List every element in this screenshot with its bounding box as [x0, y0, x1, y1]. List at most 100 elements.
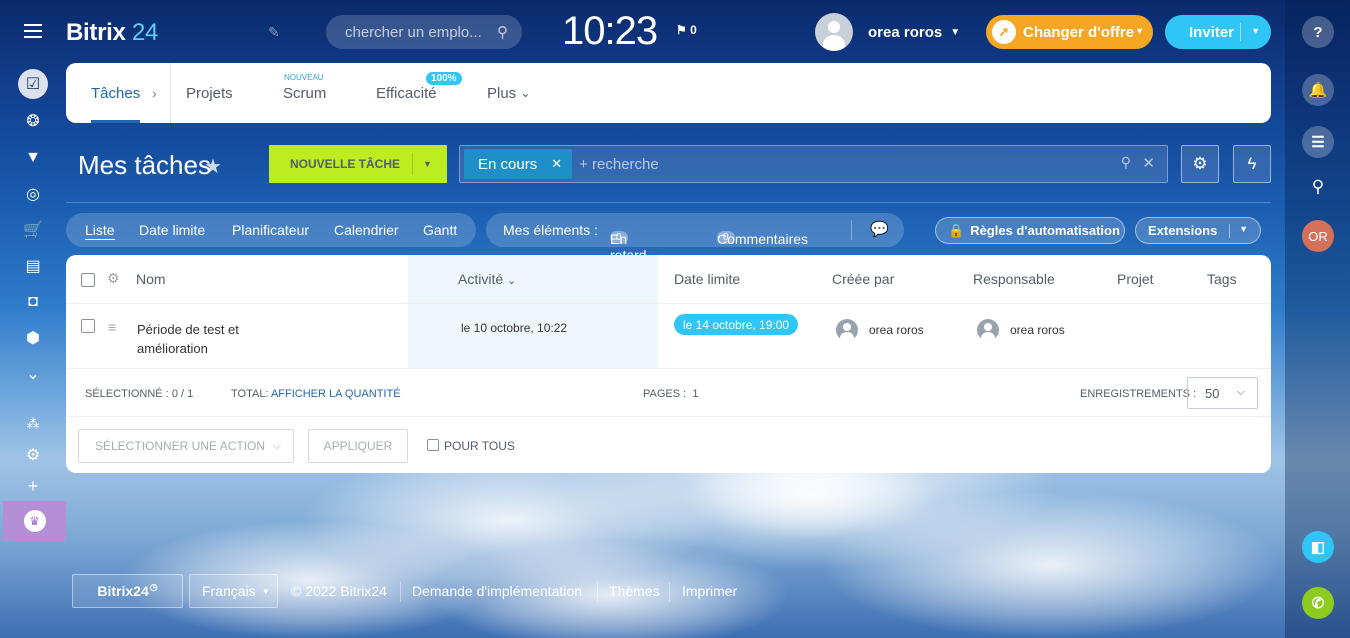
created-by-name[interactable]: orea roros — [869, 323, 924, 337]
language-select[interactable]: Français ▼ — [189, 574, 278, 608]
automation-rules-button[interactable]: 🔒 Règles d'automatisation — [935, 217, 1125, 244]
upgrade-crown-button[interactable]: ♛ — [3, 501, 66, 541]
phone-button[interactable]: ✆ — [1302, 587, 1334, 619]
avatar[interactable] — [836, 319, 858, 341]
cart-icon[interactable]: 🛒 — [18, 215, 48, 245]
for-all-checkbox[interactable] — [427, 439, 439, 451]
action-select[interactable]: SÉLECTIONNER UNE ACTION ⌵ — [78, 429, 294, 463]
invite-label: Inviter — [1189, 23, 1235, 41]
column-tags[interactable]: Tags — [1207, 271, 1237, 287]
flag-counter[interactable]: ⚑ 0 — [676, 23, 697, 37]
chat-icon[interactable]: 💬 — [870, 220, 889, 238]
add-icon[interactable]: + — [18, 471, 48, 501]
task-name-link[interactable]: Période de test et amélioration — [137, 320, 239, 358]
sitemap-icon[interactable]: ⁂ — [18, 409, 48, 439]
chevron-right-icon[interactable]: › — [152, 85, 157, 101]
column-deadline[interactable]: Date limite — [674, 271, 740, 287]
for-all-label[interactable]: POUR TOUS — [444, 439, 515, 453]
row-checkbox[interactable] — [81, 319, 95, 333]
close-icon[interactable]: ✕ — [551, 156, 562, 172]
print-link[interactable]: Imprimer — [682, 574, 737, 608]
filter-chip[interactable]: En cours ✕ — [464, 149, 573, 179]
view-calendar[interactable]: Calendrier — [334, 222, 399, 238]
column-project[interactable]: Projet — [1117, 271, 1154, 287]
user-menu[interactable]: orea roros ▼ — [815, 13, 960, 51]
notifications-button[interactable]: 🔔 — [1302, 74, 1334, 106]
robot-icon[interactable]: ◘ — [18, 287, 48, 317]
themes-link[interactable]: Thèmes — [609, 574, 660, 608]
tab-label: Projets — [186, 84, 233, 102]
tabs-bar: Tâches › Projets NOUVEAU Scrum 100% Effi… — [66, 63, 1271, 123]
column-responsible[interactable]: Responsable — [973, 271, 1055, 287]
settings-icon[interactable]: ⚙ — [18, 440, 48, 470]
show-quantity-link[interactable]: AFFICHER LA QUANTITÉ — [271, 388, 401, 400]
pages-value[interactable]: 1 — [692, 388, 698, 400]
view-deadline[interactable]: Date limite — [139, 222, 205, 238]
column-activity[interactable]: Activité ⌄ — [458, 271, 516, 287]
drag-handle-icon[interactable]: ≡ — [108, 319, 116, 335]
divider — [669, 582, 670, 602]
bitrix-logo[interactable]: Bitrix 24 — [66, 19, 158, 47]
footer-brand-button[interactable]: Bitrix24 ◷ — [72, 574, 183, 608]
column-name[interactable]: Nom — [136, 271, 166, 287]
caret-down-icon[interactable]: ▼ — [1251, 26, 1260, 36]
more-chevron-icon[interactable]: ⌄ — [18, 359, 48, 389]
change-offer-button[interactable]: ➚ Changer d'offre ▼ — [986, 15, 1153, 49]
tab-scrum[interactable]: Scrum — [283, 63, 326, 123]
quick-action-button[interactable]: ϟ — [1233, 145, 1271, 183]
deadline-badge[interactable]: le 14 octobre, 19:00 — [674, 314, 799, 335]
caret-down-icon[interactable]: ▼ — [423, 159, 432, 169]
support-button[interactable]: ◧ — [1302, 531, 1334, 563]
search-icon[interactable]: ⚲ — [1121, 154, 1131, 171]
records-per-page-select[interactable]: 50 ⌵ — [1187, 377, 1258, 409]
chip-label: En cours — [478, 155, 538, 173]
total-label: TOTAL: — [231, 388, 269, 400]
avatar[interactable] — [977, 319, 999, 341]
divider — [170, 63, 171, 123]
crm-funnel-icon[interactable]: ▼ — [18, 143, 48, 173]
feed-icon[interactable]: ❂ — [18, 106, 48, 136]
view-gantt[interactable]: Gantt — [423, 222, 457, 238]
pages-label: PAGES : — [643, 388, 687, 400]
footer-brand: Bitrix24 — [97, 583, 149, 599]
implementation-link[interactable]: Demande d'implémentation — [412, 574, 582, 608]
view-list[interactable]: Liste — [85, 222, 115, 240]
responsible-name[interactable]: orea roros — [1010, 323, 1065, 337]
new-task-button[interactable]: NOUVELLE TÂCHE ▼ — [269, 145, 447, 183]
tab-more[interactable]: Plus ⌄ — [487, 63, 530, 123]
view-switcher: Liste Date limite Planificateur Calendri… — [66, 213, 476, 247]
tasks-icon[interactable]: ☑ — [18, 69, 48, 99]
apply-button[interactable]: APPLIQUER — [308, 429, 408, 463]
clear-icon[interactable]: ✕ — [1142, 154, 1155, 172]
column-created-by[interactable]: Créée par — [832, 271, 894, 287]
caret-down-icon[interactable]: ▼ — [1239, 224, 1248, 234]
contact-card-icon[interactable]: ▤ — [18, 251, 48, 281]
edit-pencil-icon[interactable]: ✎ — [268, 24, 280, 41]
help-button[interactable]: ? — [1302, 16, 1334, 48]
rocket-icon: ➚ — [992, 20, 1016, 44]
target-icon[interactable]: ◎ — [18, 179, 48, 209]
settings-button[interactable]: ⚙ — [1181, 145, 1219, 183]
tab-tasks[interactable]: Tâches — [91, 63, 141, 123]
search-icon[interactable]: ⚲ — [497, 23, 508, 41]
menu-icon[interactable] — [24, 24, 42, 38]
sort-down-icon: ⌄ — [507, 275, 517, 287]
tab-projects[interactable]: Projets — [186, 63, 233, 123]
user-name: orea roros — [868, 23, 943, 41]
select-all-checkbox[interactable] — [81, 273, 95, 287]
caret-down-icon: ▼ — [1135, 26, 1144, 36]
star-icon[interactable]: ★ — [204, 154, 222, 179]
box-icon[interactable]: ⬢ — [18, 323, 48, 353]
user-avatar-button[interactable]: OR — [1302, 220, 1334, 252]
left-sidebar: ☑ ❂ ▼ ◎ 🛒 ▤ ◘ ⬢ ⌄ ⁂ ⚙ + ♛ — [0, 0, 66, 638]
invite-button[interactable]: Inviter ▼ — [1165, 15, 1271, 49]
filter-search-input[interactable]: En cours ✕ + recherche ⚲ ✕ — [459, 145, 1168, 183]
extensions-button[interactable]: Extensions ▼ — [1135, 217, 1261, 244]
view-planner[interactable]: Planificateur — [232, 222, 309, 238]
clock[interactable]: 10:23 — [562, 9, 658, 54]
search-icon[interactable]: ⚲ — [1302, 171, 1334, 203]
column-settings-icon[interactable]: ⚙ — [107, 270, 120, 287]
tab-efficiency[interactable]: Efficacité — [376, 63, 437, 123]
chat-button[interactable]: ☰ — [1302, 126, 1334, 158]
search-input[interactable]: chercher un emplo... ⚲ — [326, 15, 522, 49]
